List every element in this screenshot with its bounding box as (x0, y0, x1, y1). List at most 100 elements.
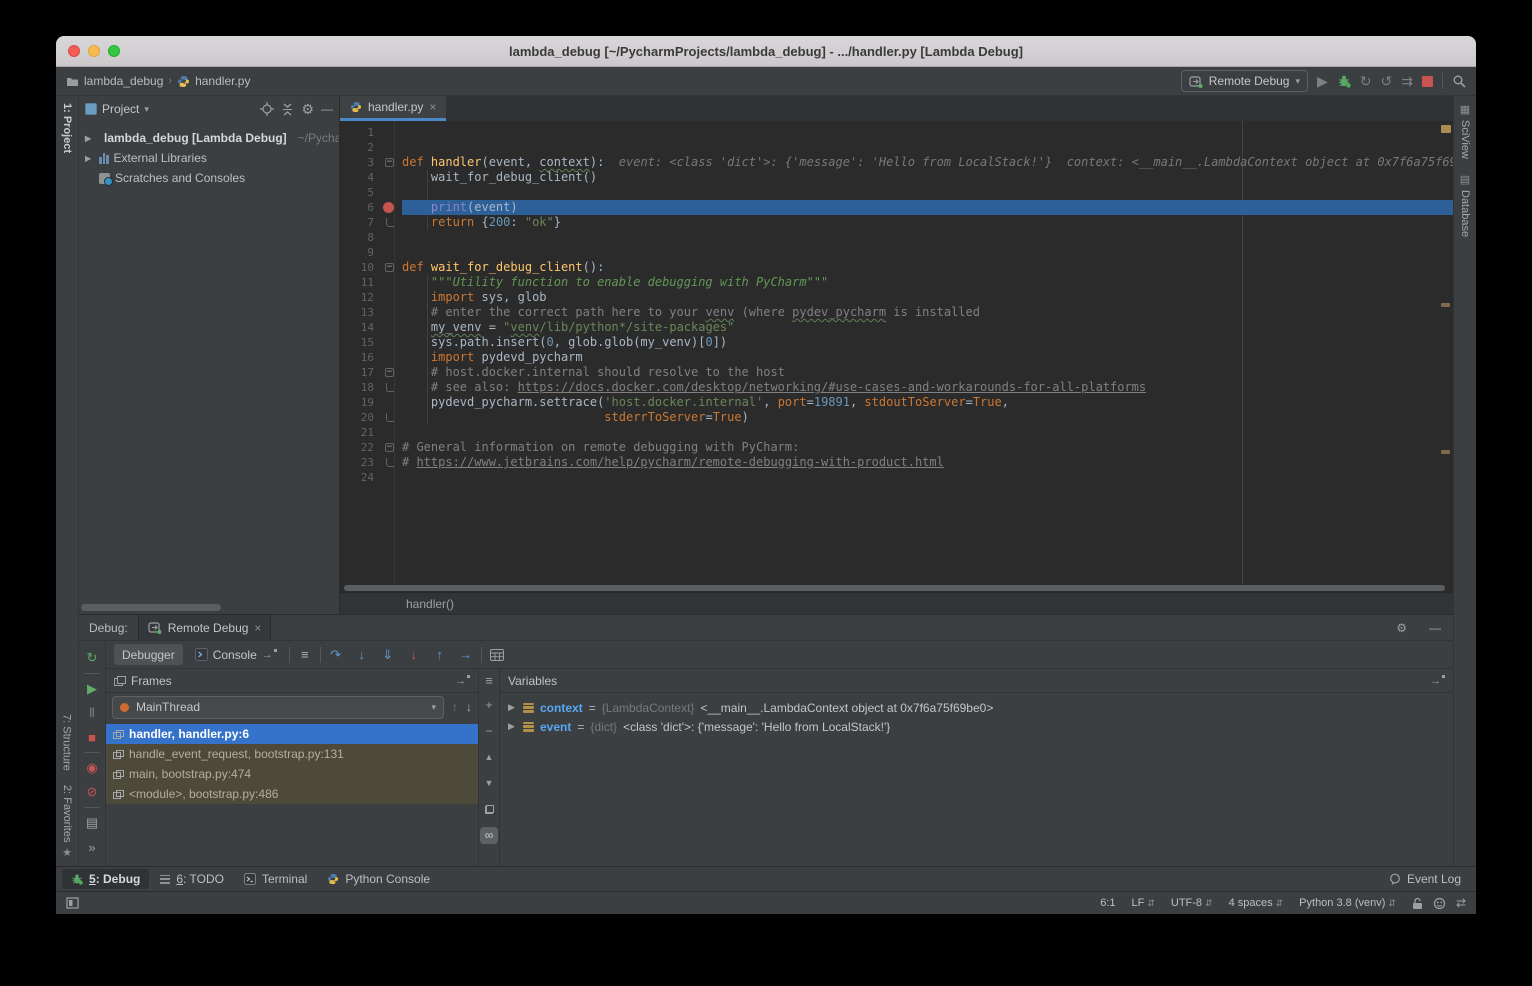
add-watch-icon[interactable]: + (479, 692, 499, 718)
run-icon[interactable]: ▶ (1317, 74, 1328, 88)
toolwindow-button--debug[interactable]: 5: Debug (62, 869, 149, 889)
evaluate-expression-icon[interactable] (490, 649, 504, 661)
frame-row[interactable]: <module>, bootstrap.py:486 (106, 784, 478, 804)
breadcrumb-file[interactable]: handler.py (195, 74, 250, 88)
gutter[interactable] (382, 140, 402, 155)
toolwindow-button--todo[interactable]: 6: TODO (151, 869, 233, 889)
gear-icon[interactable]: ⚙ (1396, 621, 1407, 635)
gutter[interactable] (382, 275, 402, 290)
gutter[interactable] (382, 380, 402, 395)
project-view-selector[interactable]: Project ▾ (85, 102, 149, 116)
restore-layout-icon[interactable]: ▤ (79, 811, 105, 835)
status-item-python-3-8-venv-[interactable]: Python 3.8 (venv)⇵ (1299, 897, 1396, 909)
attach-profiler-icon[interactable]: ↻ (1360, 74, 1372, 88)
toolwindow-toggle-icon[interactable] (66, 897, 79, 909)
fold-collapse-icon[interactable]: − (385, 368, 394, 377)
restart-icon[interactable]: ↺ (1381, 74, 1393, 88)
step-into-my-code-icon[interactable]: ↓ (403, 647, 425, 662)
breakpoint-icon[interactable] (383, 202, 394, 213)
breadcrumb-project[interactable]: lambda_debug (84, 74, 163, 88)
hide-panel-icon[interactable]: — (1429, 621, 1441, 635)
stop-icon[interactable] (1422, 76, 1433, 87)
gutter[interactable] (382, 410, 402, 425)
chevron-right-icon[interactable]: ▶ (85, 134, 94, 143)
minimize-window-button[interactable] (88, 45, 100, 57)
fold-end-icon[interactable] (386, 383, 394, 392)
debug-session-tab[interactable]: Remote Debug × (138, 615, 272, 640)
gutter[interactable] (382, 470, 402, 485)
editor-breadcrumb[interactable]: handler() (340, 592, 1453, 614)
pin-icon[interactable]: → (1430, 675, 1445, 687)
more-icon[interactable]: » (79, 835, 105, 859)
fold-end-icon[interactable] (386, 413, 394, 422)
view-breakpoints-icon[interactable]: ◉ (79, 756, 105, 780)
chevron-right-icon[interactable]: ▶ (85, 154, 94, 163)
gutter[interactable] (382, 185, 402, 200)
tree-item-lambda_debug-lambda-debug-[interactable]: ▶lambda_debug [Lambda Debug]~/PycharmPro… (79, 128, 339, 148)
gutter[interactable] (382, 170, 402, 185)
remove-watch-icon[interactable]: − (479, 718, 499, 744)
status-item-utf-8[interactable]: UTF-8⇵ (1171, 897, 1213, 909)
gutter[interactable] (382, 425, 402, 440)
editor-tab-handler[interactable]: handler.py × (340, 96, 446, 121)
gutter[interactable] (382, 455, 402, 470)
lock-icon[interactable] (1412, 897, 1423, 910)
toolwindow-button-python-console[interactable]: Python Console (318, 869, 439, 889)
gutter[interactable] (382, 245, 402, 260)
gutter[interactable] (382, 290, 402, 305)
force-step-into-icon[interactable]: ⇓ (377, 647, 399, 663)
toolwindow-button-terminal[interactable]: Terminal (235, 869, 316, 889)
resume-icon[interactable]: ▶ (79, 677, 105, 701)
gutter[interactable] (382, 230, 402, 245)
gutter[interactable] (382, 215, 402, 230)
variable-row[interactable]: ▶event = {dict} <class 'dict'>: {'messag… (500, 717, 1453, 736)
search-everywhere-icon[interactable] (1452, 74, 1466, 88)
prev-frame-icon[interactable]: ↑ (452, 700, 458, 714)
frame-row[interactable]: handler, handler.py:6 (106, 724, 478, 744)
tool-stripe-button-2-favorites[interactable]: 2: Favorites★ (61, 778, 74, 866)
gutter[interactable]: − (382, 365, 402, 380)
event-log-button[interactable]: Event Log (1380, 869, 1470, 889)
next-frame-icon[interactable]: ↓ (466, 700, 472, 714)
gutter[interactable] (382, 395, 402, 410)
evaluate-infinity-icon[interactable]: ∞ (479, 822, 499, 848)
move-up-icon[interactable]: ▲ (479, 744, 499, 770)
step-into-icon[interactable]: ↓ (351, 647, 373, 662)
fold-end-icon[interactable] (386, 458, 394, 467)
coverage-icon[interactable]: ⇉ (1401, 74, 1413, 88)
stop-icon[interactable]: ■ (79, 725, 105, 749)
gutter[interactable] (382, 350, 402, 365)
thread-selector[interactable]: MainThread ▾ (112, 696, 444, 719)
locate-file-icon[interactable] (260, 102, 274, 116)
move-down-icon[interactable]: ▼ (479, 770, 499, 796)
gutter[interactable] (382, 335, 402, 350)
tree-item-external-libraries[interactable]: ▶External Libraries (79, 148, 339, 168)
close-session-icon[interactable]: × (254, 621, 261, 635)
editor-horizontal-scrollbar[interactable] (340, 584, 1453, 592)
show-execution-point-icon[interactable]: ≡ (294, 647, 316, 662)
project-horizontal-scrollbar[interactable] (81, 604, 221, 611)
fold-collapse-icon[interactable]: − (385, 158, 394, 167)
collapse-all-icon[interactable] (281, 103, 294, 116)
tab-debugger[interactable]: Debugger (114, 644, 183, 665)
sync-icon[interactable]: ⇄ (1456, 896, 1466, 910)
duplicate-icon[interactable] (479, 796, 499, 822)
run-to-cursor-icon[interactable]: → (455, 647, 477, 662)
close-window-button[interactable] (68, 45, 80, 57)
zoom-window-button[interactable] (108, 45, 120, 57)
gutter[interactable] (382, 125, 402, 140)
mute-breakpoints-icon[interactable]: ⊘ (79, 780, 105, 804)
fold-collapse-icon[interactable]: − (385, 263, 394, 272)
fold-end-icon[interactable] (386, 218, 394, 227)
frame-row[interactable]: handle_event_request, bootstrap.py:131 (106, 744, 478, 764)
gutter[interactable] (382, 305, 402, 320)
theme-face-icon[interactable] (1433, 897, 1446, 910)
pause-icon[interactable]: Ⅱ (79, 701, 105, 725)
gear-icon[interactable]: ⚙ (301, 102, 314, 116)
tool-stripe-button-1-project[interactable]: 1: Project (61, 96, 73, 160)
status-item-4-spaces[interactable]: 4 spaces⇵ (1229, 897, 1284, 909)
debug-icon[interactable] (1337, 74, 1351, 88)
expand-triangle-icon[interactable]: ▶ (508, 721, 517, 732)
tool-stripe-button-7-structure[interactable]: 7: Structure (61, 707, 73, 778)
variable-row[interactable]: ▶context = {LambdaContext} <__main__.Lam… (500, 698, 1453, 717)
